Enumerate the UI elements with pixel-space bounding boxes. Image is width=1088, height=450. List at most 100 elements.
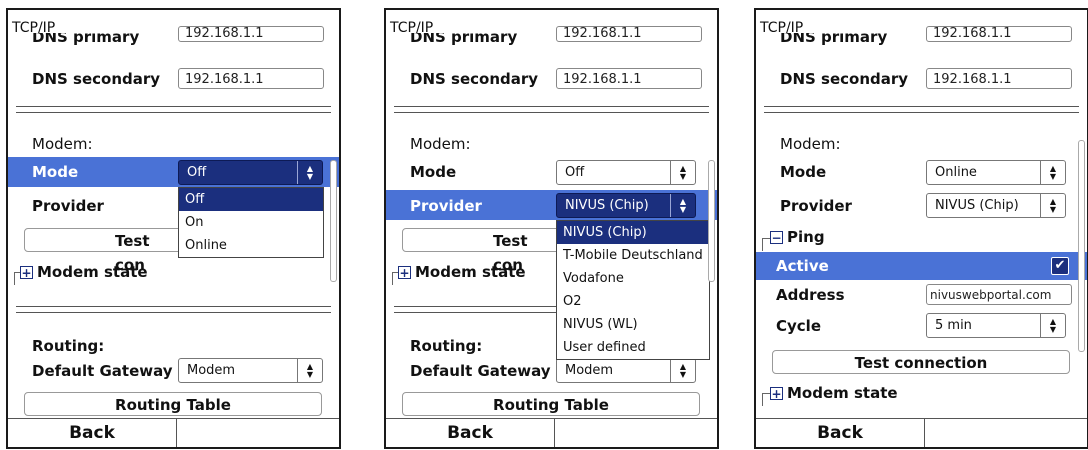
divider	[16, 306, 331, 313]
select-arrows-icon: ▲ ▼	[297, 359, 322, 382]
dns-primary-label: DNS primary	[780, 33, 888, 45]
provider-value: NIVUS (Chip)	[935, 198, 1019, 213]
dns-primary-label: DNS primary	[410, 33, 518, 45]
test-connection-button[interactable]: Test con	[24, 228, 184, 274]
divider	[394, 106, 709, 113]
select-arrows-icon: ▲ ▼	[1040, 194, 1065, 217]
select-arrows-icon: ▲ ▼	[1040, 161, 1065, 184]
provider-option[interactable]: NIVUS (WL)	[557, 313, 709, 336]
mode-label: Mode	[410, 163, 457, 181]
screen-provider-dropdown: TCP/IP DNS primary 192.168.1.1 DNS secon…	[384, 8, 719, 449]
mode-dropdown-list: Off On Online	[178, 187, 324, 258]
divider	[764, 106, 1079, 113]
mode-value: Off	[187, 165, 207, 180]
default-gateway-value: Modem	[565, 363, 614, 378]
active-label: Active	[776, 257, 829, 275]
routing-table-button[interactable]: Routing Table	[24, 392, 322, 416]
test-connection-button[interactable]: Test con	[402, 228, 562, 274]
expand-plus-icon: +	[20, 265, 33, 280]
mode-option[interactable]: On	[179, 211, 323, 234]
dns-secondary-field[interactable]: 192.168.1.1	[926, 68, 1072, 89]
expand-plus-icon: +	[398, 265, 411, 280]
screen-online-ping: TCP/IP DNS primary 192.168.1.1 DNS secon…	[754, 8, 1088, 449]
scrollbar[interactable]	[330, 160, 337, 282]
cycle-select[interactable]: 5 min ▲ ▼	[926, 313, 1066, 338]
routing-table-button[interactable]: Routing Table	[402, 392, 700, 416]
modem-state-group[interactable]: + Modem state	[398, 263, 526, 281]
provider-option[interactable]: User defined	[557, 336, 709, 359]
provider-option[interactable]: Vodafone	[557, 267, 709, 290]
address-field[interactable]: nivuswebportal.com	[926, 284, 1072, 305]
softkey-bar: Back	[8, 418, 339, 447]
default-gateway-value: Modem	[187, 363, 236, 378]
modem-state-label: Modem state	[37, 263, 148, 281]
routing-section-title: Routing:	[410, 337, 483, 355]
mode-select[interactable]: Off ▲ ▼	[556, 160, 696, 185]
mode-select[interactable]: Off ▲ ▼	[178, 160, 323, 185]
provider-label: Provider	[32, 197, 104, 215]
modem-section-title: Modem:	[780, 135, 841, 153]
back-button[interactable]: Back	[386, 419, 555, 447]
softkey-empty[interactable]	[177, 419, 339, 447]
dns-primary-field[interactable]: 192.168.1.1	[556, 26, 702, 42]
mode-label: Mode	[780, 163, 827, 181]
mode-select[interactable]: Online ▲ ▼	[926, 160, 1066, 185]
checkmark-icon: ✔	[1054, 258, 1066, 273]
softkey-empty[interactable]	[925, 419, 1087, 447]
default-gateway-select[interactable]: Modem ▲ ▼	[178, 358, 323, 383]
softkey-bar: Back	[756, 418, 1087, 447]
provider-dropdown-list: NIVUS (Chip) T-Mobile Deutschland Vodafo…	[556, 220, 710, 360]
dns-secondary-label: DNS secondary	[410, 70, 539, 88]
cycle-label: Cycle	[776, 317, 821, 335]
divider	[16, 106, 331, 113]
softkey-bar: Back	[386, 418, 717, 447]
default-gateway-label: Default Gateway	[32, 362, 173, 380]
provider-option[interactable]: O2	[557, 290, 709, 313]
provider-label: Provider	[780, 197, 852, 215]
back-button[interactable]: Back	[8, 419, 177, 447]
scrollbar[interactable]	[708, 160, 715, 282]
modem-section-title: Modem:	[32, 135, 93, 153]
select-arrows-icon: ▲ ▼	[670, 359, 695, 382]
default-gateway-label: Default Gateway	[410, 362, 551, 380]
mode-value: Online	[935, 165, 977, 180]
select-arrows-icon: ▲ ▼	[297, 161, 322, 184]
provider-label: Provider	[410, 197, 482, 215]
ping-label: Ping	[787, 228, 825, 246]
dns-primary-field[interactable]: 192.168.1.1	[178, 26, 324, 42]
test-connection-button[interactable]: Test connection	[772, 350, 1070, 374]
provider-select[interactable]: NIVUS (Chip) ▲ ▼	[926, 193, 1066, 218]
select-arrows-icon: ▲ ▼	[670, 161, 695, 184]
dns-secondary-label: DNS secondary	[780, 70, 909, 88]
ping-group[interactable]: − Ping	[770, 228, 825, 246]
default-gateway-select[interactable]: Modem ▲ ▼	[556, 358, 696, 383]
softkey-empty[interactable]	[555, 419, 717, 447]
back-button[interactable]: Back	[756, 419, 925, 447]
select-arrows-icon: ▲ ▼	[670, 194, 695, 217]
select-arrows-icon: ▲ ▼	[1040, 314, 1065, 337]
active-checkbox[interactable]: ✔	[1051, 257, 1069, 275]
modem-state-label: Modem state	[415, 263, 526, 281]
modem-state-label: Modem state	[787, 384, 898, 402]
provider-option[interactable]: T-Mobile Deutschland	[557, 244, 709, 267]
modem-state-group[interactable]: + Modem state	[20, 263, 148, 281]
cycle-value: 5 min	[935, 318, 972, 333]
provider-select[interactable]: NIVUS (Chip) ▲ ▼	[556, 193, 696, 218]
mode-option[interactable]: Off	[179, 188, 323, 211]
mode-option[interactable]: Online	[179, 234, 323, 257]
collapse-minus-icon: −	[770, 230, 783, 245]
dns-secondary-field[interactable]: 192.168.1.1	[556, 68, 702, 89]
mode-label: Mode	[32, 163, 79, 181]
screen-mode-dropdown: TCP/IP DNS primary 192.168.1.1 DNS secon…	[6, 8, 341, 449]
modem-state-group[interactable]: + Modem state	[770, 384, 898, 402]
dns-secondary-field[interactable]: 192.168.1.1	[178, 68, 324, 89]
provider-value: NIVUS (Chip)	[565, 198, 649, 213]
scrollbar[interactable]	[1078, 140, 1085, 352]
address-label: Address	[776, 286, 845, 304]
modem-section-title: Modem:	[410, 135, 471, 153]
dns-secondary-label: DNS secondary	[32, 70, 161, 88]
dns-primary-label: DNS primary	[32, 33, 140, 45]
dns-primary-field[interactable]: 192.168.1.1	[926, 26, 1072, 42]
routing-section-title: Routing:	[32, 337, 105, 355]
provider-option[interactable]: NIVUS (Chip)	[557, 221, 709, 244]
